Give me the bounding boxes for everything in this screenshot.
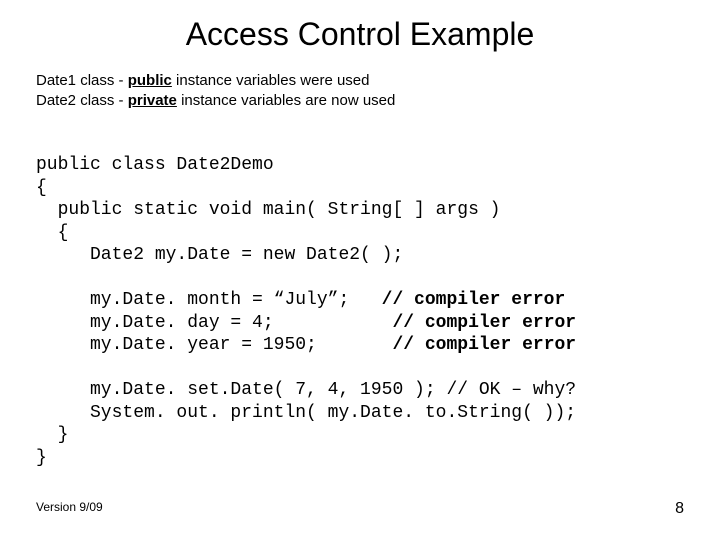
code-comment: // compiler error [392, 313, 576, 333]
subtitle-line-2: Date2 class - private instance variables… [36, 91, 684, 111]
code-line: my.Date. month = “July”; // compiler err… [36, 290, 565, 310]
code-line: { [36, 178, 47, 198]
subtitle1-prefix: Date1 class - [36, 72, 128, 89]
code-fragment: my.Date. month = “July”; [36, 290, 382, 310]
slide-title: Access Control Example [36, 16, 684, 53]
footer-version: Version 9/09 [36, 500, 103, 514]
code-line: my.Date. set.Date( 7, 4, 1950 ); // OK –… [36, 380, 576, 400]
code-block: public class Date2Demo { public static v… [36, 132, 684, 470]
code-comment: // compiler error [382, 290, 566, 310]
code-line: System. out. println( my.Date. to.String… [36, 403, 576, 423]
subtitle1-suffix: instance variables were used [172, 72, 370, 89]
code-line: public static void main( String[ ] args … [36, 200, 500, 220]
code-fragment: my.Date. year = 1950; [36, 335, 392, 355]
code-line: public class Date2Demo [36, 155, 274, 175]
code-line: } [36, 448, 47, 468]
code-line: my.Date. year = 1950; // compiler error [36, 335, 576, 355]
code-line: { [36, 223, 68, 243]
subtitle2-prefix: Date2 class - [36, 92, 128, 109]
code-comment: // compiler error [392, 335, 576, 355]
subtitle-line-1: Date1 class - public instance variables … [36, 71, 684, 91]
code-line: my.Date. day = 4; // compiler error [36, 313, 576, 333]
subtitle-block: Date1 class - public instance variables … [36, 71, 684, 112]
code-line: } [36, 425, 68, 445]
subtitle1-keyword: public [128, 72, 172, 89]
code-fragment: my.Date. day = 4; [36, 313, 392, 333]
subtitle2-keyword: private [128, 92, 177, 109]
code-line: Date2 my.Date = new Date2( ); [36, 245, 403, 265]
footer-page-number: 8 [675, 500, 684, 518]
subtitle2-suffix: instance variables are now used [177, 92, 395, 109]
